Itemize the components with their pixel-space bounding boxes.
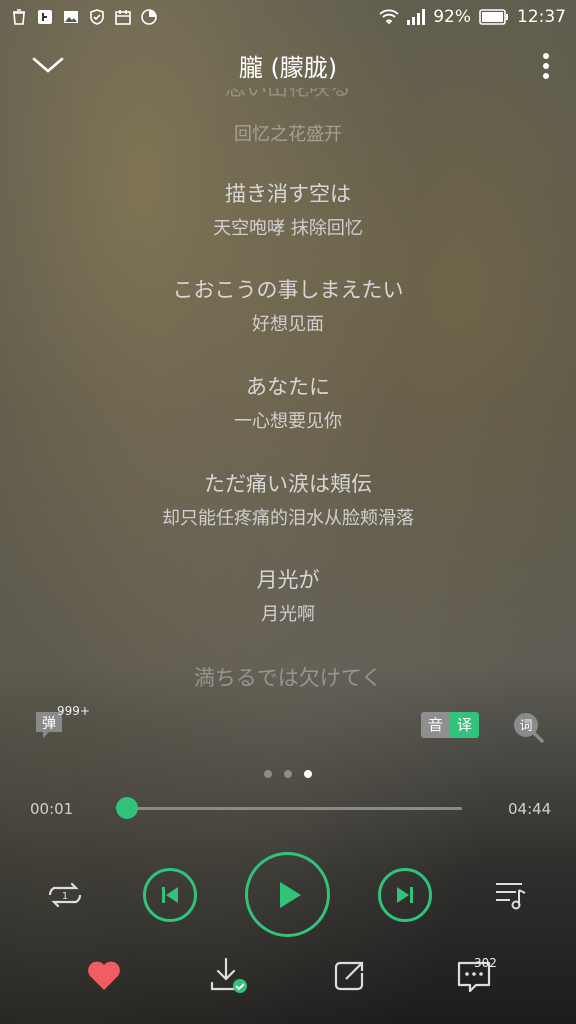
- lyrics-panel[interactable]: 思い出花咲る 回忆之花盛开 描き消す空は 天空咆哮 抹除回忆 こおこうの事しまえ…: [0, 86, 576, 696]
- danmu-count: 999+: [57, 704, 90, 718]
- song-title: 朧 (朦胧): [238, 54, 338, 82]
- play-icon: [279, 881, 301, 908]
- translation-toggle[interactable]: 音 译: [421, 712, 479, 738]
- svg-text:1: 1: [62, 891, 68, 902]
- lyric-line: 思い出花咲る: [0, 88, 576, 100]
- lyric-translation: 回忆之花盛开: [234, 124, 342, 145]
- header: 朧 (朦胧): [0, 40, 576, 92]
- elapsed-time: 00:01: [30, 800, 74, 818]
- lyric-line: あなたに 一心想要见你: [0, 371, 576, 433]
- repeat-one-icon[interactable]: 1: [46, 880, 84, 910]
- trash-icon: [13, 9, 25, 25]
- lyric-original: 描き消す空は: [225, 182, 351, 206]
- signal-icon: [407, 9, 426, 25]
- lyric-translation: 一心想要见你: [234, 411, 342, 432]
- lyric-line: 回忆之花盛开: [0, 120, 576, 146]
- danmu-label: 弹: [42, 716, 56, 732]
- lyric-line: 満ちるでは欠けてく: [0, 662, 576, 692]
- clock: 12:37: [517, 7, 566, 27]
- next-button[interactable]: [378, 868, 432, 922]
- page-dot[interactable]: [264, 770, 272, 778]
- lyric-translation: 天空咆哮 抹除回忆: [213, 218, 363, 239]
- total-time: 04:44: [508, 800, 552, 818]
- more-options-icon[interactable]: [536, 50, 556, 82]
- share-icon[interactable]: [330, 955, 370, 995]
- progress-track[interactable]: [126, 807, 462, 810]
- like-heart-icon[interactable]: [84, 955, 124, 995]
- lyric-original: ただ痛い涙は頬伝: [204, 472, 372, 496]
- lyric-label: 词: [519, 719, 532, 734]
- battery-percent: 92%: [433, 7, 471, 27]
- lyric-search-icon[interactable]: 词: [511, 710, 545, 744]
- wifi-icon: [379, 9, 399, 25]
- previous-icon: [162, 887, 178, 903]
- image-icon: [64, 11, 78, 23]
- lyric-translation: 却只能任疼痛的泪水从脸颊滑落: [162, 508, 414, 529]
- system-status: 92% 12:37: [379, 7, 566, 27]
- play-button[interactable]: [245, 852, 330, 937]
- previous-button[interactable]: [143, 868, 197, 922]
- status-bar: 92% 12:37: [0, 0, 576, 34]
- comment-count: 302: [474, 956, 497, 970]
- lyric-original: 満ちるでは欠けてく: [193, 666, 383, 690]
- lyric-translation: 月光啊: [261, 604, 315, 625]
- calendar-icon: [115, 10, 131, 25]
- player-screen: 92% 12:37 朧 (朦胧) 思い出花咲る 回忆之花盛开 描き消す空は 天空…: [0, 0, 576, 1024]
- lyric-original: 思い出花咲る: [225, 88, 351, 100]
- lyric-line: 月光が 月光啊: [0, 564, 576, 626]
- translate-label[interactable]: 译: [450, 712, 479, 738]
- page-indicator: [0, 770, 576, 778]
- shield-icon: [90, 9, 104, 25]
- lyric-original: 月光が: [256, 568, 320, 592]
- page-dot-active[interactable]: [304, 770, 312, 778]
- lyric-original: こおこうの事しまえたい: [172, 278, 404, 302]
- lyric-translation: 好想见面: [252, 314, 324, 335]
- page-dot[interactable]: [284, 770, 292, 778]
- next-icon: [397, 887, 413, 903]
- phonetic-label[interactable]: 音: [421, 712, 450, 738]
- lyric-line: ただ痛い涙は頬伝 却只能任疼痛的泪水从脸颊滑落: [0, 468, 576, 530]
- lyric-line: こおこうの事しまえたい 好想见面: [0, 274, 576, 336]
- playlist-icon[interactable]: [494, 880, 528, 910]
- notification-icons: [10, 8, 158, 26]
- lyric-original: あなたに: [246, 375, 330, 399]
- battery-icon: [479, 9, 508, 25]
- download-icon[interactable]: [208, 955, 248, 995]
- progress-thumb[interactable]: [116, 797, 139, 819]
- lyric-line: 描き消す空は 天空咆哮 抹除回忆: [0, 178, 576, 240]
- pie-icon: [141, 9, 157, 25]
- app-icon: [38, 10, 52, 24]
